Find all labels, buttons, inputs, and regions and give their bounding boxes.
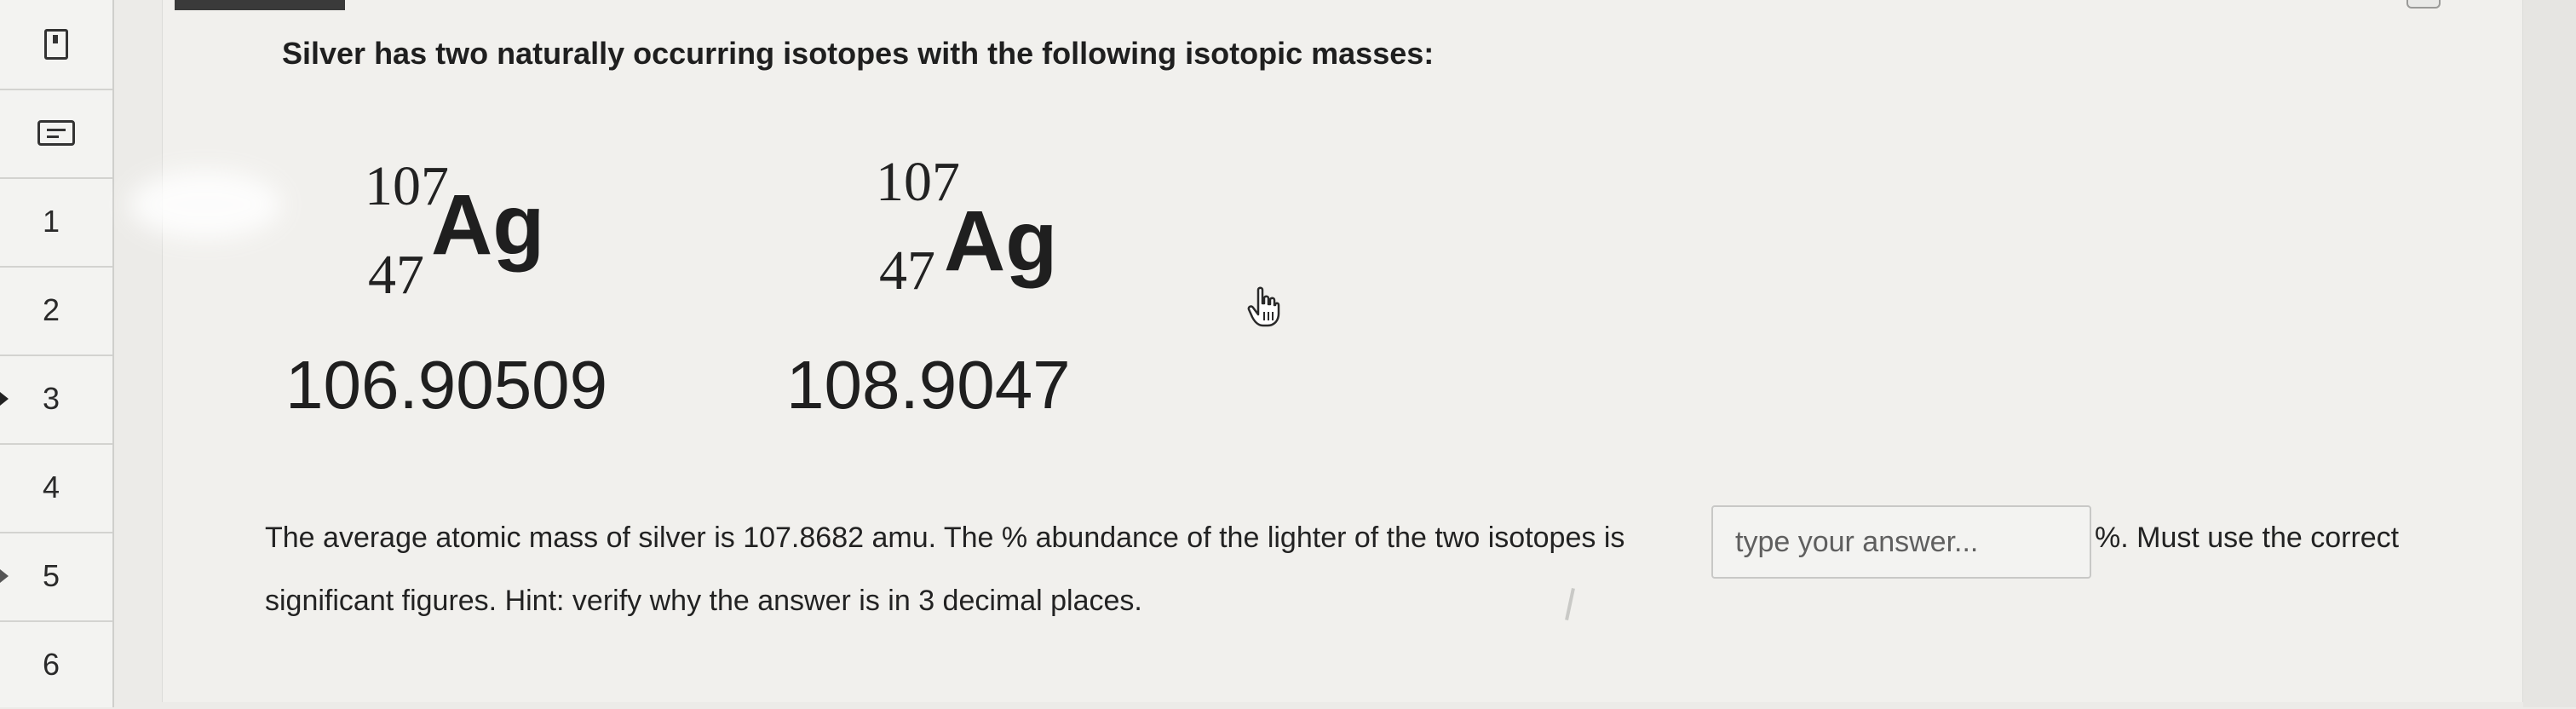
sidebar-item-question-3[interactable]: 3 [0,354,112,445]
question-number: 1 [42,204,60,239]
bookmark-icon [44,29,68,60]
question-title: Silver has two naturally occurring isoto… [282,36,1435,71]
sidebar-item-question-6[interactable]: 6 [0,620,112,709]
stray-mark [1565,587,1575,621]
isotopic-mass: 108.9047 [786,347,1071,423]
isotope-notation: 107 47 Ag [865,149,1155,320]
question-navigator: 1 2 3 4 5 6 [0,0,114,707]
answered-marker-icon [0,569,9,583]
more-options-button[interactable] [2406,0,2441,9]
question-prompt-continuation: significant figures. Hint: verify why th… [265,585,1142,617]
atomic-number: 47 [368,244,424,306]
question-number: 4 [42,470,60,504]
current-question-marker-icon [0,392,9,406]
sidebar-item-question-5[interactable]: 5 [0,532,112,622]
header-tab [175,0,345,10]
question-prompt: The average atomic mass of silver is 107… [265,522,1625,554]
isotope-notation: 107 47 Ag [354,153,644,324]
sidebar-item-question-1[interactable]: 1 [0,177,112,268]
sidebar-item-question-2[interactable]: 2 [0,266,112,356]
notes-icon [37,120,75,146]
question-number: 2 [42,292,60,327]
atomic-number: 47 [879,239,935,302]
sidebar-item-bookmark[interactable] [0,0,112,90]
screen-glare [129,170,282,239]
sidebar-item-notes[interactable] [0,89,112,179]
sidebar-item-question-4[interactable]: 4 [0,443,112,533]
answer-input[interactable] [1711,505,2091,579]
question-panel: Silver has two naturally occurring isoto… [129,0,2523,702]
question-number: 5 [42,558,60,593]
hand-cursor-icon [1247,286,1280,327]
isotopic-mass: 106.90509 [285,347,608,423]
question-prompt-suffix: %. Must use the correct [2095,522,2400,554]
question-number: 6 [42,647,60,682]
right-scroll-area[interactable] [2523,0,2576,707]
element-symbol: Ag [431,177,545,273]
question-number: 3 [42,381,60,416]
element-symbol: Ag [944,193,1058,289]
